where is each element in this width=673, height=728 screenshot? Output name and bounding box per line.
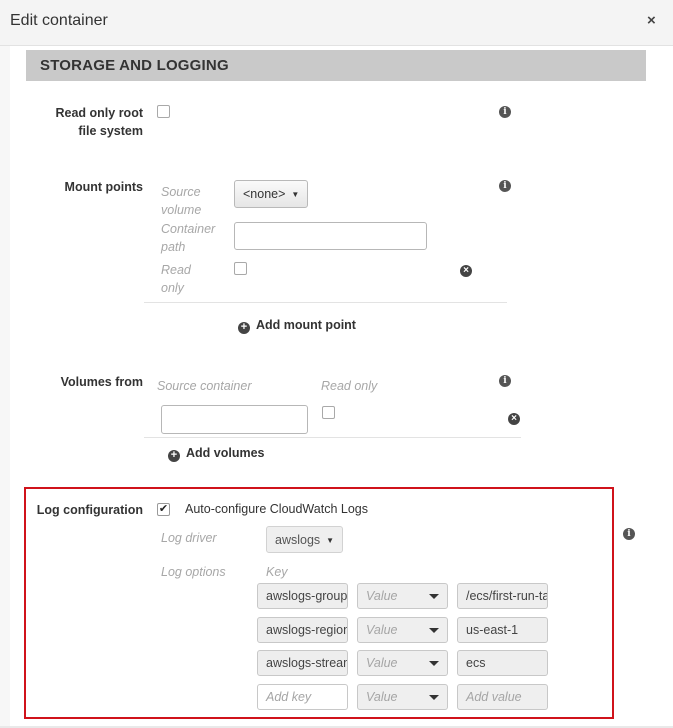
value-type-label: Value — [366, 589, 398, 603]
source-volume-value: <none> — [243, 187, 286, 201]
log-option-value-type[interactable]: Value — [357, 650, 448, 676]
plus-circle-icon: + — [238, 322, 250, 334]
log-option-key[interactable]: awslogs-region — [257, 617, 348, 643]
volumes-read-only-label: Read only — [321, 379, 378, 393]
section-header: STORAGE AND LOGGING — [26, 50, 646, 81]
auto-configure-checkbox[interactable]: ✔ — [157, 503, 170, 516]
close-icon[interactable]: × — [647, 13, 656, 29]
dialog-title: Edit container — [10, 12, 108, 29]
add-mount-point-button[interactable]: + Add mount point — [238, 318, 356, 334]
log-option-value[interactable]: ecs — [457, 650, 548, 676]
info-icon[interactable]: i — [499, 375, 511, 387]
log-driver-value: awslogs — [275, 533, 321, 547]
log-option-key[interactable]: awslogs-group — [257, 583, 348, 609]
readonly-root-label-line1: Read only root — [55, 106, 143, 120]
source-container-input[interactable] — [161, 405, 308, 434]
readonly-root-label-line2: file system — [78, 124, 143, 138]
add-key-input[interactable]: Add key — [257, 684, 348, 710]
new-option-value-type[interactable]: Value — [357, 684, 448, 710]
add-volumes-label: Add volumes — [186, 446, 265, 460]
info-icon[interactable]: i — [499, 106, 511, 118]
source-volume-label: Source volume — [161, 183, 201, 219]
remove-volume-icon[interactable]: × — [508, 413, 520, 425]
add-value-input[interactable]: Add value — [457, 684, 548, 710]
log-driver-dropdown[interactable]: awslogs ▼ — [266, 526, 344, 553]
container-path-label: Container path — [161, 220, 215, 256]
checkmark-icon: ✔ — [158, 503, 169, 515]
source-volume-dropdown[interactable]: <none> ▼ — [234, 180, 309, 208]
caret-down-icon: ▼ — [291, 190, 300, 199]
log-option-key[interactable]: awslogs-stream-prefix — [257, 650, 348, 676]
add-volumes-button[interactable]: + Add volumes — [168, 446, 265, 462]
source-volume-label-line2: volume — [161, 203, 202, 217]
info-icon[interactable]: i — [623, 528, 635, 540]
mount-read-only-label: Read only — [161, 261, 191, 297]
source-container-label: Source container — [157, 379, 252, 393]
container-path-label-line2: path — [161, 240, 186, 254]
caret-down-icon — [429, 594, 439, 599]
container-path-label-line1: Container — [161, 222, 216, 236]
log-configuration-label: Log configuration — [36, 503, 143, 517]
value-type-label: Value — [366, 656, 398, 670]
dialog-titlebar: Edit container × — [0, 0, 673, 46]
mount-read-only-checkbox[interactable] — [234, 262, 247, 275]
volumes-read-only-checkbox[interactable] — [322, 406, 335, 419]
value-type-label: Value — [366, 690, 398, 704]
source-volume-label-line1: Source — [161, 185, 201, 199]
mount-read-only-label-line1: Read — [161, 263, 191, 277]
caret-down-icon — [429, 628, 439, 633]
log-options-label: Log options — [161, 565, 226, 579]
caret-down-icon — [429, 695, 439, 700]
section-title: STORAGE AND LOGGING — [40, 57, 229, 74]
volumes-divider — [144, 437, 521, 438]
mount-read-only-label-line2: only — [161, 281, 184, 295]
log-option-value-type[interactable]: Value — [357, 617, 448, 643]
log-option-value[interactable]: us-east-1 — [457, 617, 548, 643]
mount-points-label: Mount points — [64, 180, 143, 194]
log-driver-label: Log driver — [161, 531, 217, 545]
plus-circle-icon: + — [168, 450, 180, 462]
auto-configure-label: Auto-configure CloudWatch Logs — [185, 502, 368, 516]
log-option-value-type[interactable]: Value — [357, 583, 448, 609]
log-option-value[interactable]: /ecs/first-run-task-definition — [457, 583, 548, 609]
value-type-label: Value — [366, 623, 398, 637]
readonly-root-checkbox[interactable] — [157, 105, 170, 118]
add-mount-point-label: Add mount point — [256, 318, 356, 332]
readonly-root-label: Read only root file system — [30, 104, 143, 140]
left-gutter — [0, 46, 10, 728]
volumes-from-label: Volumes from — [60, 375, 143, 389]
info-icon[interactable]: i — [499, 180, 511, 192]
caret-down-icon: ▼ — [326, 536, 335, 545]
container-path-input[interactable] — [234, 222, 427, 250]
mount-points-divider — [144, 302, 507, 303]
remove-mount-point-icon[interactable]: × — [460, 265, 472, 277]
key-header: Key — [266, 565, 288, 579]
caret-down-icon — [429, 661, 439, 666]
